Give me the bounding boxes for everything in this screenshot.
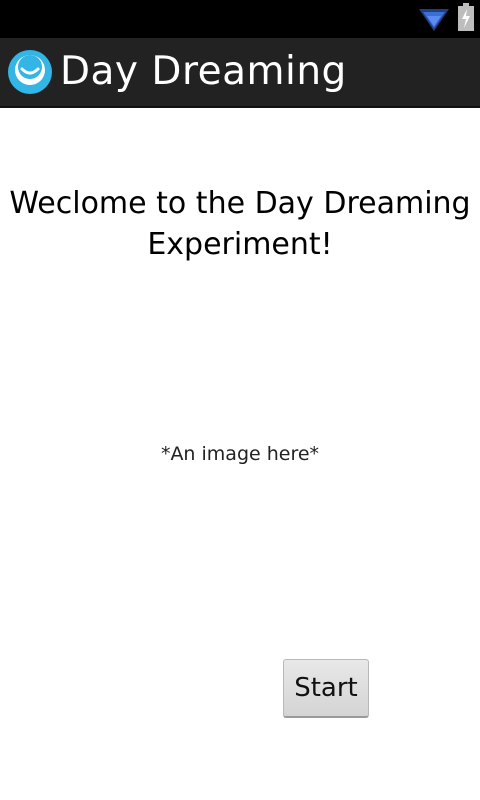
image-placeholder-text: *An image here* [160,443,320,465]
welcome-heading: Weclome to the Day Dreaming Experiment! [9,186,471,262]
action-bar: Day Dreaming [0,38,480,108]
app-logo-icon[interactable] [8,50,52,94]
app-screen: Day Dreaming Weclome to the Day Dreaming… [0,0,480,800]
status-bar [0,0,480,38]
app-title: Day Dreaming [60,49,347,94]
wifi-icon [419,9,449,31]
battery-charging-icon [458,3,474,31]
start-button[interactable]: Start [283,659,369,718]
